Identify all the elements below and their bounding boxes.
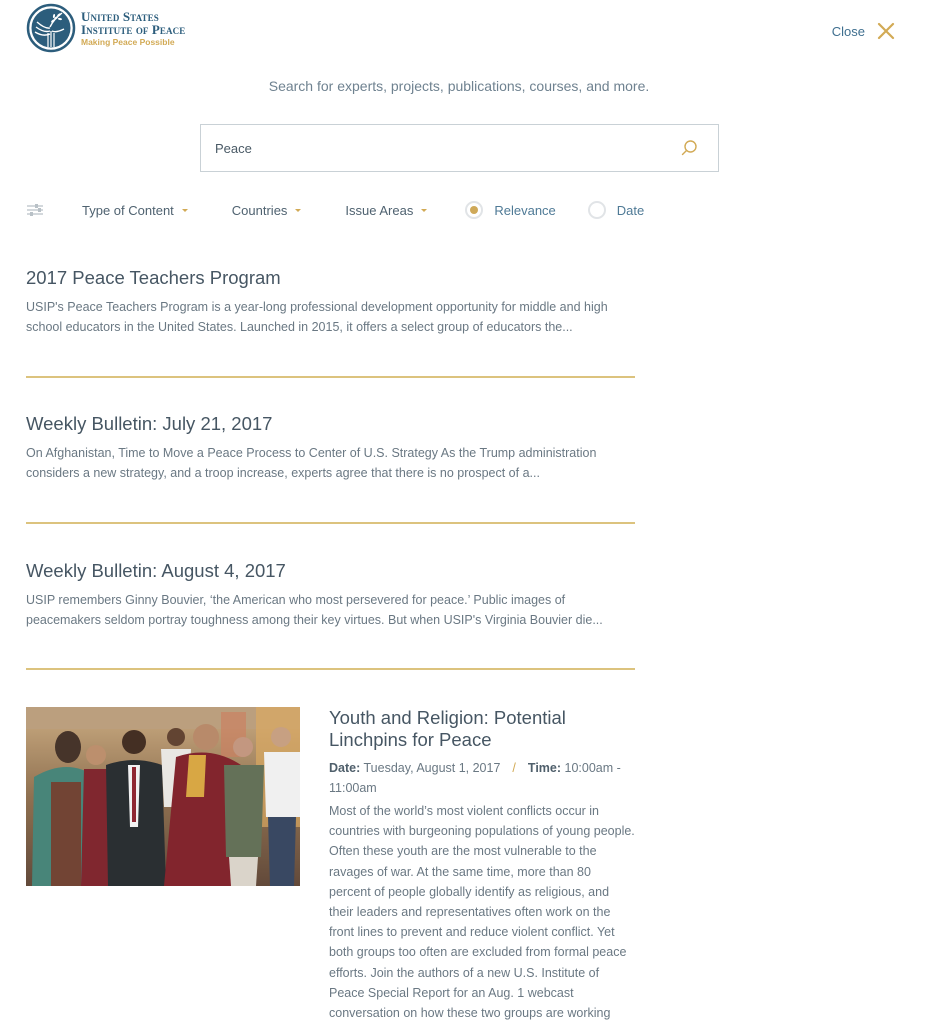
caret-down-icon [421, 209, 428, 212]
result-divider [26, 376, 635, 378]
radio-selected-icon [465, 201, 484, 219]
result-snippet: USIP remembers Ginny Bouvier, ‘the Ameri… [26, 593, 603, 627]
close-x-icon [877, 22, 895, 40]
event-photo-illustration [26, 707, 300, 886]
sliders-icon[interactable] [26, 202, 44, 218]
result-snippet: USIP's Peace Teachers Program is a year-… [26, 300, 608, 334]
radio-label: Date [616, 202, 645, 218]
result-title-link[interactable]: Weekly Bulletin: July 21, 2017 [26, 413, 635, 435]
search-icon[interactable] [680, 139, 698, 157]
countries-dropdown[interactable]: Countries [232, 203, 302, 218]
result-snippet: On Afghanistan, Time to Move a Peace Pro… [26, 446, 597, 480]
event-photo[interactable] [26, 707, 300, 886]
logo-line-1: United States [81, 8, 159, 24]
search-result: 2017 Peace Teachers Program USIP's Peace… [26, 267, 635, 337]
olive-branch-logo-icon [26, 3, 76, 53]
issue-areas-dropdown[interactable]: Issue Areas [345, 202, 428, 218]
search-input[interactable] [215, 140, 680, 156]
caret-down-icon [181, 209, 188, 212]
date-value: Tuesday, August 1, 2017 [363, 761, 501, 775]
dropdown-label: Type of Content [82, 202, 174, 218]
caret-down-icon [295, 209, 302, 212]
type-of-content-dropdown[interactable]: Type of Content [82, 203, 188, 218]
event-description: Most of the world’s most violent conflic… [329, 804, 635, 1021]
search-box[interactable] [200, 124, 719, 172]
search-result: Weekly Bulletin: August 4, 2017 USIP rem… [26, 560, 635, 630]
logo-tagline: Making Peace Possible [81, 36, 175, 47]
meta-separator: / [512, 761, 516, 775]
sort-relevance-radio[interactable]: Relevance [465, 201, 556, 219]
event-title-link[interactable]: Youth and Religion: Potential Linchpins … [329, 707, 635, 751]
logo-line-2: Institute of Peace [81, 21, 186, 37]
date-label: Date: [329, 761, 361, 775]
radio-label: Relevance [494, 202, 556, 218]
result-divider [26, 522, 635, 524]
close-label: Close [831, 23, 865, 39]
filter-bar: Type of Content Countries Issue Areas Re… [26, 198, 644, 222]
result-title-link[interactable]: Weekly Bulletin: August 4, 2017 [26, 560, 635, 582]
search-result: Weekly Bulletin: July 21, 2017 On Afghan… [26, 413, 635, 483]
dropdown-label: Countries [231, 202, 288, 218]
dropdown-label: Issue Areas [345, 202, 414, 218]
result-title-link[interactable]: 2017 Peace Teachers Program [26, 267, 635, 289]
event-meta: Date: Tuesday, August 1, 2017/Time: 10:0… [329, 758, 635, 798]
usip-logo[interactable]: United States Institute of Peace Making … [26, 3, 185, 53]
sort-date-radio[interactable]: Date [587, 201, 645, 219]
close-button[interactable]: Close [832, 22, 895, 40]
result-divider [26, 668, 635, 670]
search-hint: Search for experts, projects, publicatio… [268, 78, 650, 94]
radio-unselected-icon [587, 201, 606, 219]
time-label: Time: [527, 761, 562, 775]
